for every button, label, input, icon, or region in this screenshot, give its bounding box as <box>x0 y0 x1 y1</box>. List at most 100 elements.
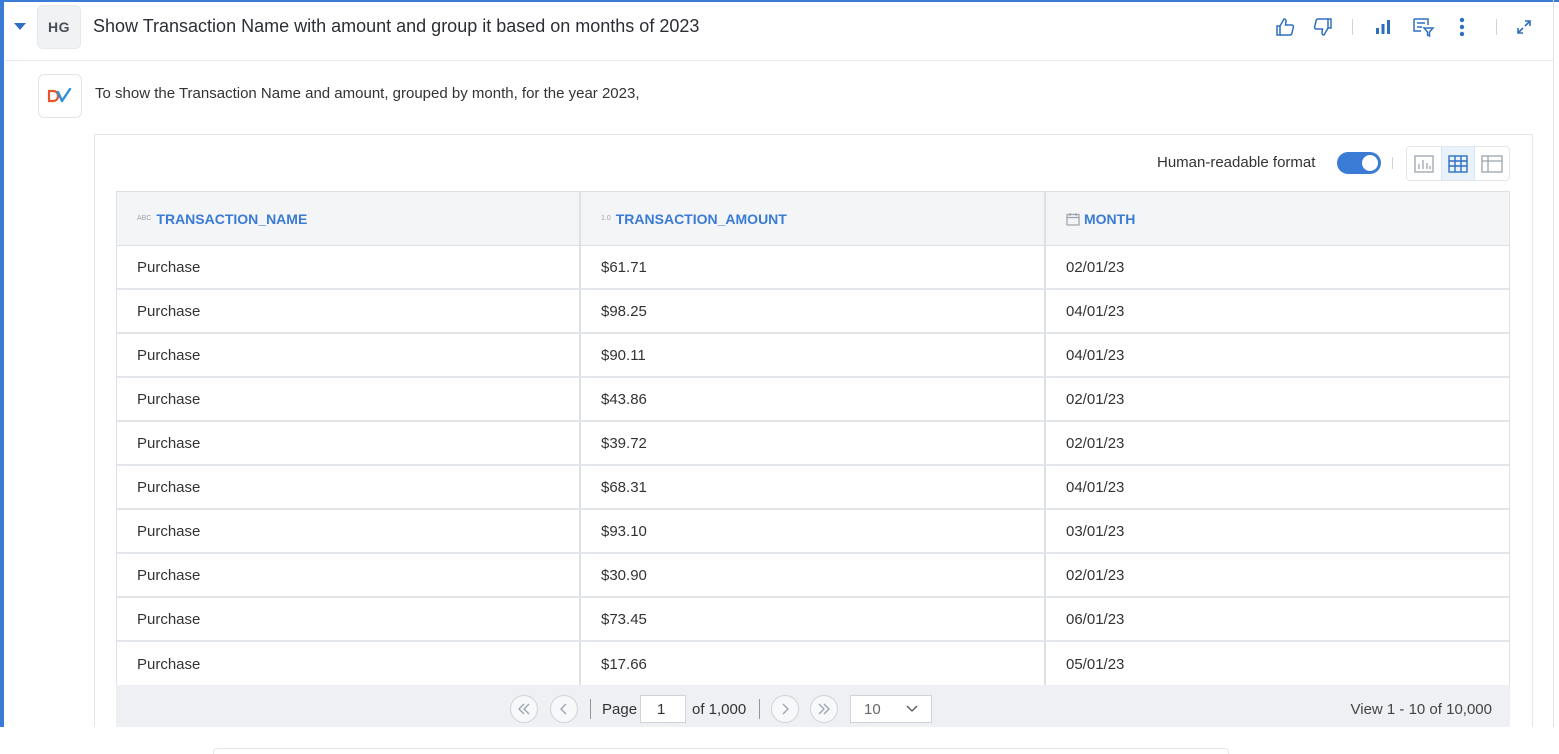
header-divider <box>5 60 1553 61</box>
cell-month: 02/01/23 <box>1066 566 1125 584</box>
table-row: Purchase $61.71 02/01/23 <box>117 246 1509 290</box>
cell-transaction-amount: $73.45 <box>581 598 1046 640</box>
chevron-left-icon <box>560 703 567 715</box>
cell-month: 04/01/23 <box>1066 346 1125 364</box>
cell-month: 04/01/23 <box>1066 478 1125 496</box>
pager-separator <box>590 699 591 719</box>
cell-transaction-name: Purchase <box>117 290 581 332</box>
cell-month: 03/01/23 <box>1066 522 1125 540</box>
expand-icon[interactable] <box>1511 14 1537 40</box>
column-header-month[interactable]: MONTH <box>1046 192 1509 245</box>
last-page-button[interactable] <box>810 695 838 723</box>
cell-transaction-amount: $61.71 <box>581 246 1046 288</box>
human-readable-toggle[interactable] <box>1337 152 1381 174</box>
cell-transaction-amount: $30.90 <box>581 554 1046 596</box>
human-readable-label: Human-readable format <box>1157 154 1316 171</box>
page-size-value: 10 <box>864 700 881 718</box>
table-row: Purchase $90.11 04/01/23 <box>117 334 1509 378</box>
cell-transaction-name: Purchase <box>117 466 581 508</box>
cell-transaction-name: Purchase <box>117 598 581 640</box>
table-row: Purchase $17.66 05/01/23 <box>117 642 1509 686</box>
bar-chart-icon[interactable] <box>1370 14 1396 40</box>
filter-edit-icon[interactable] <box>1410 14 1436 40</box>
table-row: Purchase $39.72 02/01/23 <box>117 422 1509 466</box>
header-separator <box>1496 19 1497 35</box>
column-label: TRANSACTION_NAME <box>156 210 308 227</box>
column-label: MONTH <box>1084 210 1136 227</box>
cell-transaction-name: Purchase <box>117 642 581 686</box>
chart-view-button[interactable] <box>1407 147 1441 180</box>
number-type-icon: 1.0 <box>601 215 611 222</box>
results-table: ABC TRANSACTION_NAME 1.0 TRANSACTION_AMO… <box>116 191 1510 687</box>
cell-transaction-amount: $98.25 <box>581 290 1046 332</box>
cell-month: 02/01/23 <box>1066 258 1125 276</box>
thumbs-down-icon[interactable] <box>1310 14 1336 40</box>
next-page-button[interactable] <box>771 695 799 723</box>
cell-month: 04/01/23 <box>1066 302 1125 320</box>
cell-transaction-name: Purchase <box>117 554 581 596</box>
view-range-label: View 1 - 10 of 10,000 <box>1350 701 1493 718</box>
cell-transaction-amount: $93.10 <box>581 510 1046 552</box>
chevron-down-icon <box>906 705 918 712</box>
answer-text: To show the Transaction Name and amount,… <box>95 85 640 102</box>
cell-month: 02/01/23 <box>1066 390 1125 408</box>
first-page-button[interactable] <box>510 695 538 723</box>
cell-transaction-amount: $17.66 <box>581 642 1046 686</box>
page-label: Page <box>602 701 638 718</box>
page-count-label: of 1,000 <box>692 701 747 718</box>
cell-transaction-amount: $90.11 <box>581 334 1046 376</box>
cell-transaction-amount: $39.72 <box>581 422 1046 464</box>
collapse-caret-icon[interactable] <box>14 23 26 30</box>
page-size-select[interactable]: 10 <box>850 695 932 723</box>
cell-month: 02/01/23 <box>1066 434 1125 452</box>
cell-transaction-name: Purchase <box>117 246 581 288</box>
table-row: Purchase $98.25 04/01/23 <box>117 290 1509 334</box>
panel-right-border <box>1553 0 1554 727</box>
calendar-type-icon <box>1066 212 1080 226</box>
table-row: Purchase $73.45 06/01/23 <box>117 598 1509 642</box>
column-label: TRANSACTION_AMOUNT <box>615 210 787 227</box>
column-header-transaction-amount[interactable]: 1.0 TRANSACTION_AMOUNT <box>581 192 1046 245</box>
previous-page-button[interactable] <box>550 695 578 723</box>
double-chevron-right-icon <box>818 703 830 715</box>
panel-top-border <box>0 0 1559 2</box>
table-row: Purchase $43.86 02/01/23 <box>117 378 1509 422</box>
table-row: Purchase $93.10 03/01/23 <box>117 510 1509 554</box>
next-card-edge <box>213 748 1229 754</box>
cell-transaction-amount: $68.31 <box>581 466 1046 508</box>
toolbar-separator <box>1392 157 1393 169</box>
table-view-button[interactable] <box>1441 147 1475 180</box>
page-number-input[interactable] <box>640 695 686 723</box>
more-vertical-icon[interactable] <box>1449 14 1475 40</box>
cell-transaction-name: Purchase <box>117 378 581 420</box>
table-header: ABC TRANSACTION_NAME 1.0 TRANSACTION_AMO… <box>117 192 1509 246</box>
table-row: Purchase $30.90 02/01/23 <box>117 554 1509 598</box>
table-view-icon <box>1448 154 1468 173</box>
pivot-view-icon <box>1481 154 1503 173</box>
cell-month: 05/01/23 <box>1066 655 1125 673</box>
table-row: Purchase $68.31 04/01/23 <box>117 466 1509 510</box>
view-switcher <box>1406 146 1510 181</box>
toggle-knob <box>1362 155 1378 171</box>
question-title: Show Transaction Name with amount and gr… <box>93 16 700 36</box>
cell-transaction-name: Purchase <box>117 510 581 552</box>
panel-left-accent <box>0 0 4 727</box>
dv-logo-icon <box>47 88 72 103</box>
table-body: Purchase $61.71 02/01/23 Purchase $98.25 04/0… <box>117 246 1509 686</box>
chevron-right-icon <box>782 703 789 715</box>
user-avatar: HG <box>37 5 81 49</box>
cell-month: 06/01/23 <box>1066 610 1125 628</box>
chat-message-panel: HG Show Transaction Name with amount and… <box>0 0 1559 754</box>
cell-transaction-name: Purchase <box>117 334 581 376</box>
thumbs-up-icon[interactable] <box>1272 14 1298 40</box>
text-type-icon: ABC <box>137 215 152 222</box>
column-header-transaction-name[interactable]: ABC TRANSACTION_NAME <box>117 192 581 245</box>
header-separator <box>1352 19 1353 35</box>
dv-logo <box>38 74 82 118</box>
table-pager: Page of 1,000 10 View 1 - 10 of 10,000 <box>116 685 1510 727</box>
pager-separator <box>759 699 760 719</box>
pivot-view-button[interactable] <box>1475 147 1509 180</box>
chart-view-icon <box>1414 154 1434 173</box>
double-chevron-left-icon <box>518 703 530 715</box>
cell-transaction-name: Purchase <box>117 422 581 464</box>
